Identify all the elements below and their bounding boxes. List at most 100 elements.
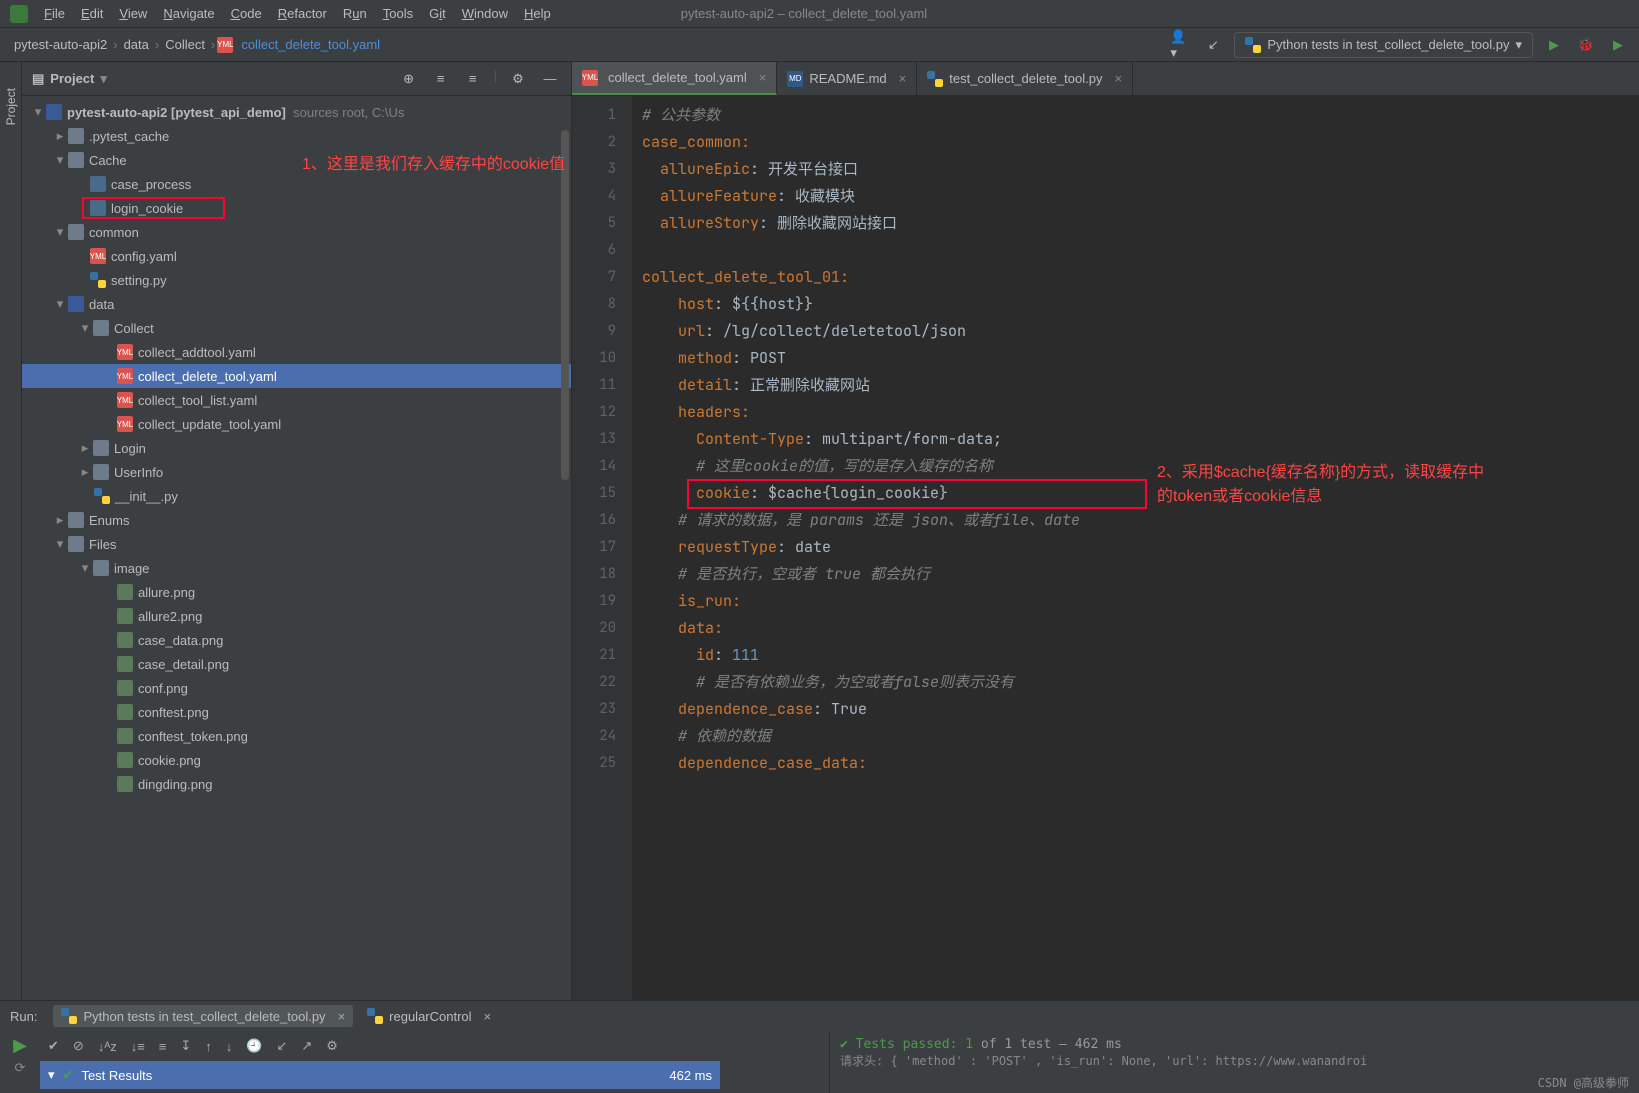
- tree-item[interactable]: conf.png: [138, 681, 188, 696]
- code-content[interactable]: # 公共参数case_common: allureEpic: 开发平台接口 al…: [632, 96, 1639, 1014]
- close-icon[interactable]: ×: [759, 70, 767, 85]
- prev-icon[interactable]: ↑: [205, 1039, 212, 1054]
- close-icon[interactable]: ×: [1114, 71, 1122, 86]
- menu-help[interactable]: Help: [518, 4, 557, 23]
- menu-git[interactable]: Git: [423, 4, 452, 23]
- show-passed-icon[interactable]: ✔: [48, 1038, 59, 1054]
- tree-item[interactable]: allure.png: [138, 585, 195, 600]
- tree-item-login-cookie[interactable]: login_cookie: [111, 201, 183, 216]
- menu-run[interactable]: Run: [337, 4, 373, 23]
- image-icon: [117, 728, 133, 744]
- menu-view[interactable]: View: [113, 4, 153, 23]
- image-icon: [117, 776, 133, 792]
- run-button[interactable]: ▶: [1543, 34, 1565, 56]
- close-icon[interactable]: ×: [899, 71, 907, 86]
- tree-item[interactable]: collect_update_tool.yaml: [138, 417, 281, 432]
- tab-test-file[interactable]: test_collect_delete_tool.py×: [917, 62, 1133, 95]
- tree-item[interactable]: Collect: [114, 321, 154, 336]
- menu-code[interactable]: Code: [225, 4, 268, 23]
- show-ignored-icon[interactable]: ⊘: [73, 1038, 84, 1054]
- tree-item-selected[interactable]: collect_delete_tool.yaml: [138, 369, 277, 384]
- menu-navigate[interactable]: Navigate: [157, 4, 220, 23]
- rerun-button[interactable]: ▶: [13, 1035, 27, 1056]
- yaml-icon: YML: [117, 392, 133, 408]
- python-icon: [61, 1008, 77, 1024]
- tab-readme[interactable]: MDREADME.md×: [777, 62, 917, 95]
- tree-item[interactable]: conftest.png: [138, 705, 209, 720]
- tree-root[interactable]: pytest-auto-api2 [pytest_api_demo]: [67, 105, 286, 120]
- test-results-row[interactable]: ▾ ✔ Test Results 462 ms: [40, 1061, 720, 1089]
- chevron-down-icon[interactable]: ▾: [48, 1067, 55, 1083]
- export-icon[interactable]: ↗: [301, 1038, 312, 1054]
- next-icon[interactable]: ↓: [226, 1039, 233, 1054]
- tree-item[interactable]: UserInfo: [114, 465, 163, 480]
- menu-tools[interactable]: Tools: [377, 4, 419, 23]
- tree-item[interactable]: .pytest_cache: [89, 129, 169, 144]
- tree-item[interactable]: Login: [114, 441, 146, 456]
- tree-item[interactable]: config.yaml: [111, 249, 177, 264]
- crumb-collect[interactable]: Collect: [161, 37, 209, 52]
- vcs-update-icon[interactable]: ↙: [1202, 34, 1224, 56]
- tree-item[interactable]: case_data.png: [138, 633, 223, 648]
- import-icon[interactable]: ↙: [276, 1038, 287, 1054]
- folder-icon: [93, 320, 109, 336]
- run-configuration-selector[interactable]: Python tests in test_collect_delete_tool…: [1234, 32, 1533, 58]
- scrollbar[interactable]: [561, 130, 569, 480]
- coverage-button[interactable]: ▶: [1607, 34, 1629, 56]
- project-tree[interactable]: ▾pytest-auto-api2 [pytest_api_demo] sour…: [22, 96, 571, 1042]
- menu-refactor[interactable]: Refactor: [272, 4, 333, 23]
- run-console[interactable]: ✔ Tests passed: 1 of 1 test – 462 ms 请求头…: [829, 1031, 1639, 1093]
- folder-icon: [93, 560, 109, 576]
- tree-item[interactable]: cookie.png: [138, 753, 201, 768]
- close-icon[interactable]: ×: [484, 1009, 492, 1024]
- expand-icon[interactable]: ↓≡: [131, 1039, 145, 1054]
- folder-icon: [93, 440, 109, 456]
- run-tab-active[interactable]: Python tests in test_collect_delete_tool…: [53, 1005, 353, 1027]
- tree-item[interactable]: common: [89, 225, 139, 240]
- chevron-down-icon[interactable]: ▾: [100, 71, 107, 87]
- tree-item[interactable]: collect_addtool.yaml: [138, 345, 256, 360]
- tree-item[interactable]: Files: [89, 537, 116, 552]
- menu-window[interactable]: Window: [456, 4, 514, 23]
- tree-item[interactable]: dingding.png: [138, 777, 212, 792]
- project-tool-button[interactable]: Project: [4, 82, 18, 131]
- tree-item[interactable]: __init__.py: [115, 489, 178, 504]
- gear-icon[interactable]: ⚙: [507, 68, 529, 90]
- scroll-icon[interactable]: ↧: [180, 1038, 191, 1054]
- tree-item[interactable]: allure2.png: [138, 609, 202, 624]
- hide-icon[interactable]: —: [539, 68, 561, 90]
- tree-item[interactable]: case_process: [111, 177, 191, 192]
- user-icon[interactable]: 👤▾: [1170, 34, 1192, 56]
- collapse-all-icon[interactable]: ≡: [462, 68, 484, 90]
- expand-all-icon[interactable]: ≡: [430, 68, 452, 90]
- tree-item[interactable]: image: [114, 561, 149, 576]
- tree-item[interactable]: setting.py: [111, 273, 167, 288]
- tree-item[interactable]: Enums: [89, 513, 129, 528]
- tree-item[interactable]: Cache: [89, 153, 127, 168]
- collapse-icon[interactable]: ≡: [159, 1039, 167, 1054]
- select-opened-file-icon[interactable]: ⊕: [398, 68, 420, 90]
- crumb-file[interactable]: collect_delete_tool.yaml: [237, 37, 384, 52]
- close-icon[interactable]: ×: [338, 1009, 346, 1024]
- crumb-root[interactable]: pytest-auto-api2: [10, 37, 111, 52]
- editor-body[interactable]: 1234567891011121314151617181920212223242…: [572, 96, 1639, 1014]
- history-icon[interactable]: 🕘: [246, 1038, 262, 1054]
- folder-icon: [68, 152, 84, 168]
- sort-icon[interactable]: ↓ᴬz: [98, 1039, 117, 1054]
- left-rail: Project: [0, 62, 22, 1042]
- tree-item[interactable]: data: [89, 297, 114, 312]
- gear-icon[interactable]: ⚙: [326, 1038, 338, 1054]
- chevron-down-icon: ▾: [1515, 37, 1522, 53]
- tab-collect-delete-tool[interactable]: YMLcollect_delete_tool.yaml×: [572, 62, 777, 95]
- debug-button[interactable]: 🐞: [1575, 34, 1597, 56]
- stop-button[interactable]: ⟳: [15, 1060, 26, 1076]
- menu-file[interactable]: File: [38, 4, 71, 23]
- tree-item[interactable]: collect_tool_list.yaml: [138, 393, 257, 408]
- line-gutter: 1234567891011121314151617181920212223242…: [572, 96, 632, 1014]
- crumb-data[interactable]: data: [120, 37, 153, 52]
- run-tab-regular[interactable]: regularControl×: [359, 1005, 499, 1027]
- yaml-icon: YML: [582, 70, 598, 86]
- tree-item[interactable]: case_detail.png: [138, 657, 229, 672]
- menu-edit[interactable]: Edit: [75, 4, 109, 23]
- tree-item[interactable]: conftest_token.png: [138, 729, 248, 744]
